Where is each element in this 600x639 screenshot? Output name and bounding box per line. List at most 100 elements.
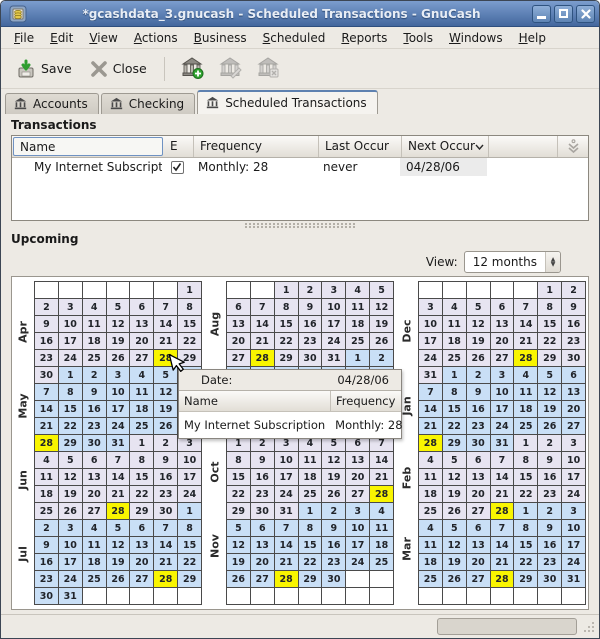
- calendar-day-cell[interactable]: 6: [227, 299, 251, 316]
- calendar-day-cell[interactable]: 23: [299, 333, 323, 350]
- calendar-day-cell[interactable]: 14: [491, 469, 515, 486]
- calendar-day-cell[interactable]: 6: [83, 452, 107, 469]
- calendar-day-cell[interactable]: 23: [35, 571, 59, 588]
- calendar-day-cell[interactable]: 15: [443, 401, 467, 418]
- menu-reports[interactable]: Reports: [334, 29, 394, 47]
- calendar-day-cell[interactable]: 28: [107, 503, 131, 520]
- calendar-day-cell[interactable]: 16: [251, 469, 275, 486]
- calendar-day-cell[interactable]: 23: [538, 554, 562, 571]
- calendar-day-cell[interactable]: 30: [322, 571, 346, 588]
- calendar-day-cell[interactable]: 1: [514, 435, 538, 452]
- calendar-day-cell[interactable]: 4: [370, 503, 394, 520]
- calendar-day-cell[interactable]: 8: [299, 520, 323, 537]
- minimize-button[interactable]: [532, 5, 551, 23]
- calendar-day-cell[interactable]: 21: [419, 418, 443, 435]
- calendar-day-cell[interactable]: 14: [35, 401, 59, 418]
- calendar-day-cell[interactable]: 11: [346, 299, 370, 316]
- calendar-day-cell[interactable]: 1: [178, 503, 202, 520]
- calendar-day-cell[interactable]: 6: [491, 299, 515, 316]
- calendar-day-cell[interactable]: 21: [370, 469, 394, 486]
- calendar-day-cell[interactable]: 28: [35, 435, 59, 452]
- calendar-day-cell[interactable]: 7: [491, 452, 515, 469]
- calendar-day-cell[interactable]: 20: [227, 333, 251, 350]
- calendar-day-cell[interactable]: 9: [467, 384, 491, 401]
- calendar-day-cell[interactable]: 14: [107, 469, 131, 486]
- calendar-day-cell[interactable]: 7: [491, 520, 515, 537]
- calendar-day-cell[interactable]: 30: [251, 503, 275, 520]
- calendar-day-cell[interactable]: 15: [514, 469, 538, 486]
- calendar-day-cell[interactable]: 1: [443, 367, 467, 384]
- calendar-day-cell[interactable]: 19: [227, 554, 251, 571]
- calendar-day-cell[interactable]: 17: [562, 537, 586, 554]
- calendar-day-cell[interactable]: 22: [275, 333, 299, 350]
- calendar-day-cell[interactable]: 29: [275, 350, 299, 367]
- calendar-day-cell[interactable]: 16: [562, 316, 586, 333]
- calendar-day-cell[interactable]: 26: [59, 503, 83, 520]
- calendar-day-cell[interactable]: 20: [467, 554, 491, 571]
- calendar-day-cell[interactable]: 15: [227, 469, 251, 486]
- calendar-day-cell[interactable]: 9: [299, 299, 323, 316]
- calendar-day-cell[interactable]: 19: [443, 554, 467, 571]
- calendar-day-cell[interactable]: 12: [467, 316, 491, 333]
- calendar-day-cell[interactable]: 25: [83, 350, 107, 367]
- calendar-day-cell[interactable]: 14: [491, 537, 515, 554]
- calendar-day-cell[interactable]: 6: [562, 367, 586, 384]
- calendar-day-cell[interactable]: 22: [299, 554, 323, 571]
- calendar-day-cell[interactable]: 9: [35, 537, 59, 554]
- calendar-day-cell[interactable]: 27: [227, 350, 251, 367]
- calendar-day-cell[interactable]: 1: [275, 282, 299, 299]
- menu-scheduled[interactable]: Scheduled: [256, 29, 333, 47]
- calendar-day-cell[interactable]: 25: [419, 503, 443, 520]
- calendar-day-cell[interactable]: 13: [467, 537, 491, 554]
- calendar-day-cell[interactable]: 12: [443, 469, 467, 486]
- calendar-day-cell[interactable]: 20: [467, 486, 491, 503]
- calendar-day-cell[interactable]: 7: [251, 299, 275, 316]
- calendar-day-cell[interactable]: 15: [59, 401, 83, 418]
- calendar-day-cell[interactable]: 11: [443, 316, 467, 333]
- calendar-day-cell[interactable]: 29: [59, 435, 83, 452]
- column-chooser-button[interactable]: [558, 136, 588, 157]
- calendar-day-cell[interactable]: 27: [467, 571, 491, 588]
- calendar-day-cell[interactable]: 3: [59, 299, 83, 316]
- calendar-day-cell[interactable]: 10: [59, 537, 83, 554]
- calendar-day-cell[interactable]: 20: [562, 401, 586, 418]
- calendar-day-cell[interactable]: 24: [107, 418, 131, 435]
- calendar-day-cell[interactable]: 22: [59, 418, 83, 435]
- calendar-day-cell[interactable]: 6: [467, 520, 491, 537]
- calendar-day-cell[interactable]: 8: [538, 299, 562, 316]
- calendar-day-cell[interactable]: 15: [178, 537, 202, 554]
- calendar-day-cell[interactable]: 8: [130, 452, 154, 469]
- menu-actions[interactable]: Actions: [127, 29, 185, 47]
- calendar-day-cell[interactable]: 30: [83, 435, 107, 452]
- calendar-day-cell[interactable]: 27: [251, 571, 275, 588]
- calendar-day-cell[interactable]: 23: [562, 333, 586, 350]
- calendar-day-cell[interactable]: 7: [419, 384, 443, 401]
- calendar-day-cell[interactable]: 5: [538, 367, 562, 384]
- calendar-day-cell[interactable]: 27: [83, 503, 107, 520]
- calendar-day-cell[interactable]: 9: [251, 452, 275, 469]
- calendar-day-cell[interactable]: 9: [154, 452, 178, 469]
- calendar-day-cell[interactable]: 30: [467, 435, 491, 452]
- calendar-day-cell[interactable]: 4: [443, 299, 467, 316]
- menu-tools[interactable]: Tools: [396, 29, 440, 47]
- column-header-frequency[interactable]: Frequency: [194, 136, 319, 157]
- calendar-day-cell[interactable]: 12: [538, 384, 562, 401]
- calendar-day-cell[interactable]: 31: [107, 435, 131, 452]
- calendar-day-cell[interactable]: 22: [514, 486, 538, 503]
- calendar-day-cell[interactable]: 26: [107, 350, 131, 367]
- close-window-button[interactable]: [576, 5, 595, 23]
- calendar-day-cell[interactable]: 22: [178, 554, 202, 571]
- calendar-day-cell[interactable]: 16: [299, 316, 323, 333]
- calendar-day-cell[interactable]: 1: [178, 282, 202, 299]
- calendar-day-cell[interactable]: 21: [275, 554, 299, 571]
- calendar-day-cell[interactable]: 7: [35, 384, 59, 401]
- calendar-day-cell[interactable]: 8: [178, 520, 202, 537]
- calendar-day-cell[interactable]: 19: [154, 401, 178, 418]
- calendar-day-cell[interactable]: 12: [107, 537, 131, 554]
- calendar-day-cell[interactable]: 2: [35, 520, 59, 537]
- menu-business[interactable]: Business: [187, 29, 254, 47]
- calendar-day-cell[interactable]: 24: [178, 486, 202, 503]
- calendar-day-cell[interactable]: 29: [443, 435, 467, 452]
- calendar-day-cell[interactable]: 24: [562, 554, 586, 571]
- calendar-day-cell[interactable]: 17: [107, 401, 131, 418]
